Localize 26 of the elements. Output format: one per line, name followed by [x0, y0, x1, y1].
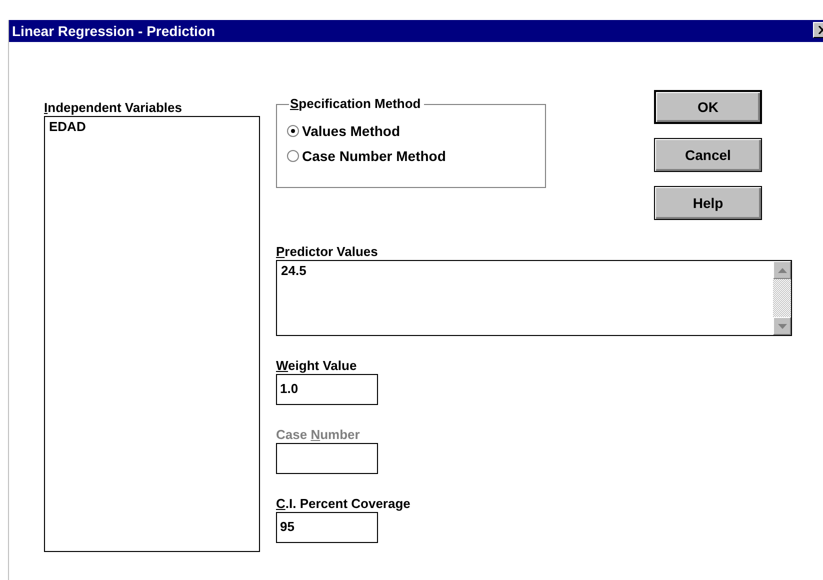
group-title: Specification Method	[289, 96, 424, 111]
field-label: C.I. Percent Coverage	[276, 496, 410, 511]
radio-option[interactable]: Case Number Method	[287, 148, 545, 164]
input-field[interactable]: 1.0	[276, 374, 378, 405]
list-label: Independent Variables	[44, 100, 182, 115]
radio-label: Values Method	[302, 123, 400, 139]
input-field[interactable]	[276, 443, 378, 474]
field-label: Case Number	[276, 427, 360, 442]
field-value: 24.5	[280, 262, 308, 280]
radio-option[interactable]: Values Method	[287, 123, 545, 139]
field-label: Weight Value	[276, 358, 357, 373]
dialog-button[interactable]: OK	[654, 90, 762, 124]
dialog-button[interactable]: Cancel	[654, 138, 762, 172]
input-field[interactable]: 95	[276, 512, 378, 543]
radio-label: Case Number Method	[302, 148, 446, 164]
scroll-down-button[interactable]	[773, 317, 791, 335]
up-arrow-icon	[778, 268, 786, 272]
list-item[interactable]: EDAD	[49, 119, 255, 134]
variables-list[interactable]: EDAD	[44, 116, 260, 552]
scroll-up-button[interactable]	[773, 261, 791, 279]
dialog-button[interactable]: Help	[654, 186, 762, 220]
scroll-bar[interactable]	[773, 261, 791, 335]
window-title: Linear Regression - Prediction	[12, 23, 216, 39]
field-label: Predictor Values	[276, 244, 378, 259]
down-arrow-icon	[778, 324, 786, 328]
predictor-values-field[interactable]: 24.5	[276, 260, 792, 336]
